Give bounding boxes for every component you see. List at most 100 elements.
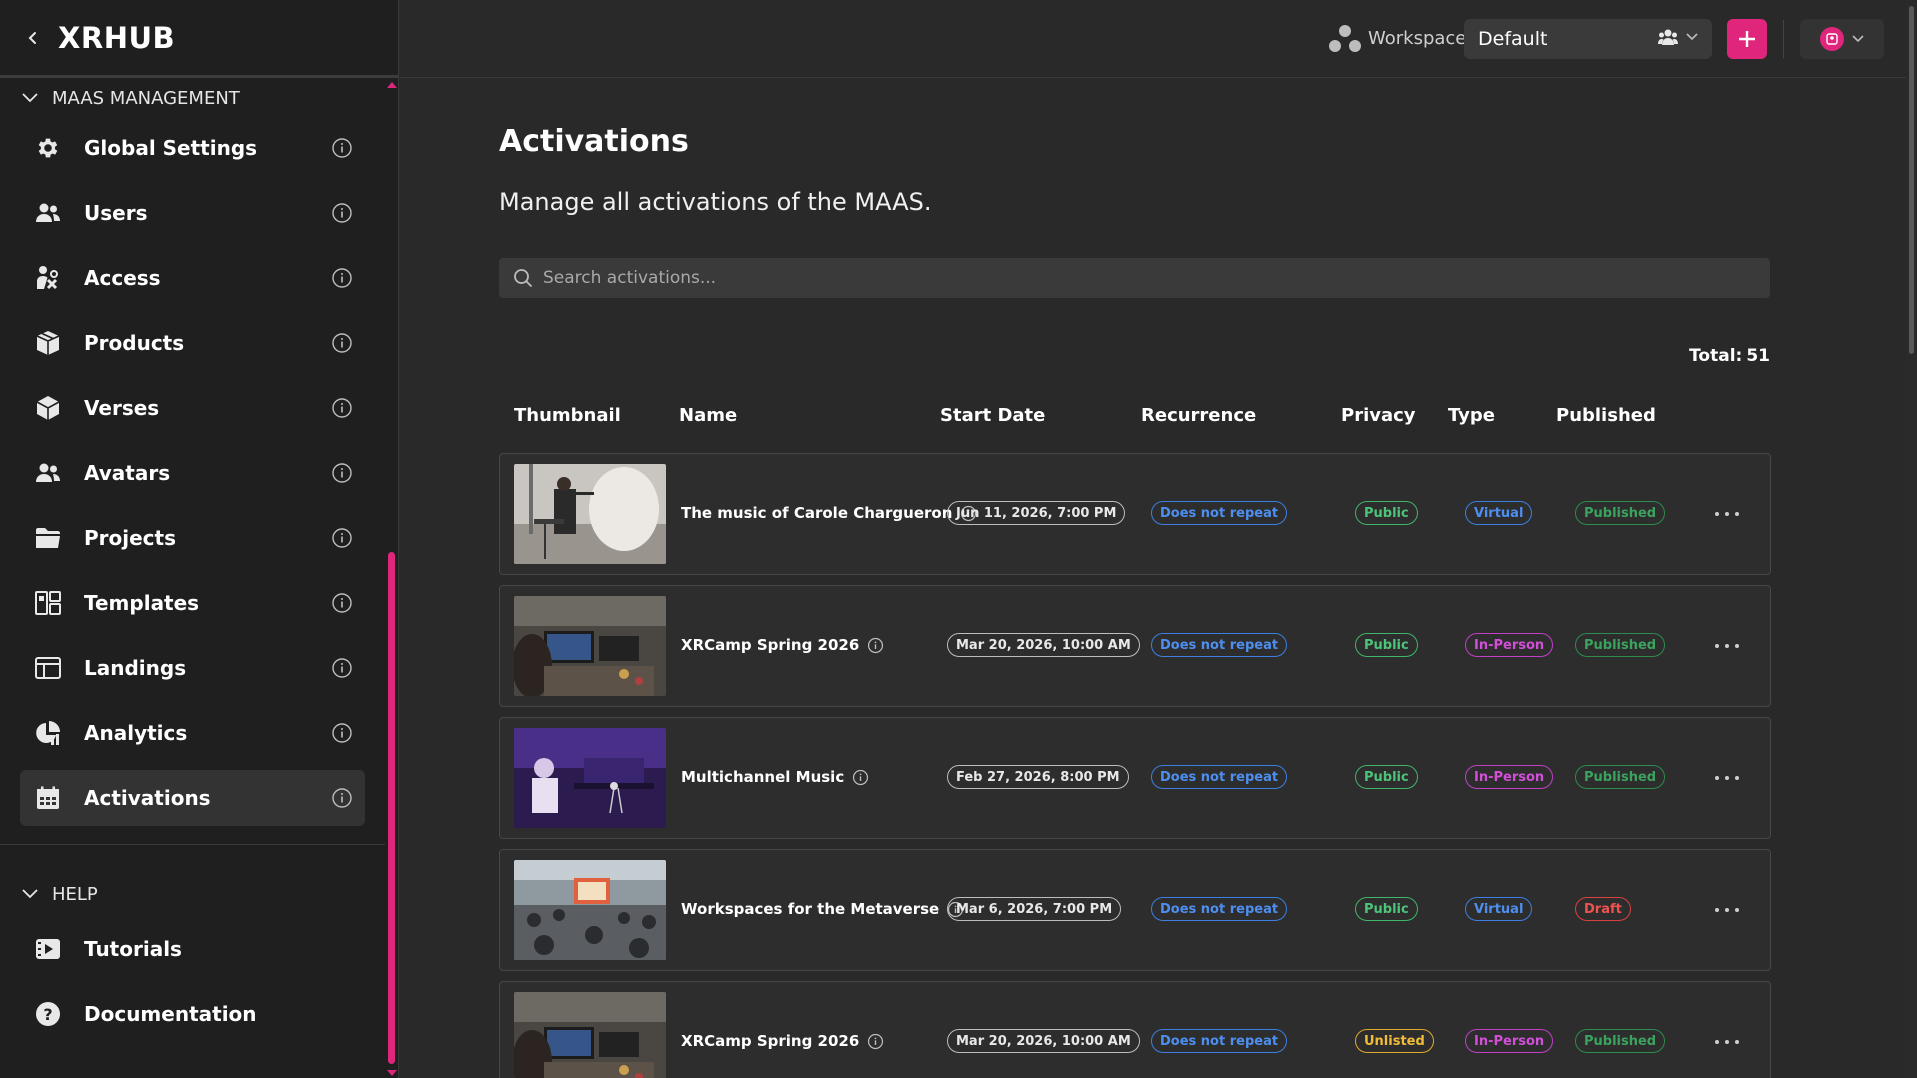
section-maas-management[interactable]: MAAS MANAGEMENT — [0, 78, 398, 118]
more-options-button[interactable] — [1715, 900, 1739, 920]
sidebar-item-projects[interactable]: Projects — [20, 510, 365, 566]
privacy-badge: Unlisted — [1355, 1029, 1434, 1053]
start-date-badge: Feb 27, 2026, 8:00 PM — [947, 765, 1129, 789]
plus-icon — [1739, 31, 1755, 47]
sidebar-item-global-settings[interactable]: Global Settings — [20, 120, 365, 176]
cube-icon — [34, 394, 62, 422]
recurrence-badge: Does not repeat — [1151, 765, 1288, 789]
activation-name-text: The music of Carole Chargueron — [681, 504, 953, 522]
scroll-down-arrow[interactable] — [387, 1070, 397, 1076]
type-badge: In-Person — [1465, 633, 1554, 657]
team-icon — [1658, 29, 1678, 45]
sidebar-scrollbar-thumb[interactable] — [388, 552, 395, 1064]
table-row[interactable]: The music of Carole Chargueron Jun 11, 2… — [499, 453, 1771, 575]
chevron-down-icon — [22, 93, 38, 103]
folder-icon — [34, 524, 62, 552]
thumbnail-image[interactable] — [514, 992, 666, 1078]
sidebar-item-activations[interactable]: Activations — [20, 770, 365, 826]
sidebar-item-products[interactable]: Products — [20, 315, 365, 371]
landings-icon — [34, 654, 62, 682]
column-header-type[interactable]: Type — [1448, 405, 1495, 426]
status-badge: Published — [1575, 1029, 1666, 1053]
status-badge: Published — [1575, 765, 1666, 789]
scroll-up-arrow[interactable] — [387, 82, 397, 88]
column-header-thumbnail[interactable]: Thumbnail — [514, 405, 621, 426]
column-header-start-date[interactable]: Start Date — [940, 405, 1045, 426]
more-options-button[interactable] — [1715, 768, 1739, 788]
users-icon — [34, 199, 62, 227]
info-icon[interactable] — [331, 137, 353, 159]
thumbnail-image[interactable] — [514, 596, 666, 696]
recurrence-badge: Does not repeat — [1151, 501, 1288, 525]
user-menu-button[interactable] — [1800, 19, 1884, 59]
info-icon[interactable] — [331, 397, 353, 419]
info-icon[interactable] — [867, 637, 884, 654]
sidebar-item-landings[interactable]: Landings — [20, 640, 365, 696]
type-badge: Virtual — [1465, 897, 1533, 921]
info-icon[interactable] — [331, 527, 353, 549]
sidebar-item-label: Avatars — [84, 461, 171, 485]
sidebar-item-label: Users — [84, 201, 148, 225]
activation-name[interactable]: XRCamp Spring 2026 — [681, 636, 884, 654]
info-icon[interactable] — [331, 722, 353, 744]
thumbnail-image[interactable] — [514, 728, 666, 828]
info-icon[interactable] — [331, 267, 353, 289]
sidebar-item-label: Landings — [84, 656, 187, 680]
activation-name[interactable]: The music of Carole Chargueron — [681, 504, 977, 522]
activation-name[interactable]: Workspaces for the Metaverse — [681, 900, 964, 918]
info-icon[interactable] — [867, 1033, 884, 1050]
user-avatar-icon — [1826, 33, 1838, 45]
info-icon[interactable] — [852, 769, 869, 786]
privacy-badge: Public — [1355, 765, 1418, 789]
sidebar-item-users[interactable]: Users — [20, 185, 365, 241]
sidebar-item-documentation[interactable]: ? Documentation — [20, 986, 365, 1042]
thumbnail-image[interactable] — [514, 464, 666, 564]
info-icon[interactable] — [331, 787, 353, 809]
column-header-published[interactable]: Published — [1556, 405, 1656, 426]
table-row[interactable]: XRCamp Spring 2026 Mar 20, 2026, 10:00 A… — [499, 585, 1771, 707]
sidebar-item-access[interactable]: Access — [20, 250, 365, 306]
thumbnail-image[interactable] — [514, 860, 666, 960]
brand-title: XRHUB — [58, 20, 176, 55]
add-button[interactable] — [1727, 19, 1767, 59]
sidebar-item-label: Products — [84, 331, 185, 355]
search-input[interactable] — [543, 268, 1743, 288]
column-header-privacy[interactable]: Privacy — [1341, 405, 1416, 426]
column-header-name[interactable]: Name — [679, 405, 737, 426]
sidebar-item-analytics[interactable]: Analytics — [20, 705, 365, 761]
sidebar-item-label: Documentation — [84, 1002, 257, 1026]
column-header-recurrence[interactable]: Recurrence — [1141, 405, 1256, 426]
workspace-select[interactable]: Default — [1464, 19, 1712, 59]
table-row[interactable]: XRCamp Spring 2026 Mar 20, 2026, 10:00 A… — [499, 981, 1771, 1078]
table-row[interactable]: Multichannel Music Feb 27, 2026, 8:00 PM… — [499, 717, 1771, 839]
more-options-button[interactable] — [1715, 636, 1739, 656]
activation-name[interactable]: XRCamp Spring 2026 — [681, 1032, 884, 1050]
info-icon[interactable] — [331, 202, 353, 224]
total-label: Total: — [1689, 346, 1743, 366]
sidebar-item-label: Templates — [84, 591, 200, 615]
search-bar[interactable] — [499, 258, 1770, 298]
access-icon — [34, 264, 62, 292]
sidebar-item-avatars[interactable]: Avatars — [20, 445, 365, 501]
more-options-button[interactable] — [1715, 1032, 1739, 1052]
info-icon[interactable] — [331, 462, 353, 484]
table-row[interactable]: Workspaces for the Metaverse Mar 6, 2026… — [499, 849, 1771, 971]
brand-header: XRHUB — [0, 0, 398, 78]
privacy-badge: Public — [1355, 633, 1418, 657]
recurrence-badge: Does not repeat — [1151, 633, 1288, 657]
sidebar-item-verses[interactable]: Verses — [20, 380, 365, 436]
start-date-badge: Mar 20, 2026, 10:00 AM — [947, 633, 1140, 657]
sidebar-item-templates[interactable]: Templates — [20, 575, 365, 631]
total-count: Total: 51 — [1660, 346, 1770, 366]
info-icon[interactable] — [331, 332, 353, 354]
info-icon[interactable] — [331, 657, 353, 679]
box-icon — [34, 329, 62, 357]
more-options-button[interactable] — [1715, 504, 1739, 524]
sidebar-item-label: Projects — [84, 526, 177, 550]
page-scrollbar-thumb[interactable] — [1909, 6, 1914, 354]
info-icon[interactable] — [331, 592, 353, 614]
section-help[interactable]: HELP — [0, 874, 98, 914]
back-button[interactable] — [20, 25, 46, 51]
sidebar-item-tutorials[interactable]: Tutorials — [20, 921, 365, 977]
activation-name[interactable]: Multichannel Music — [681, 768, 869, 786]
